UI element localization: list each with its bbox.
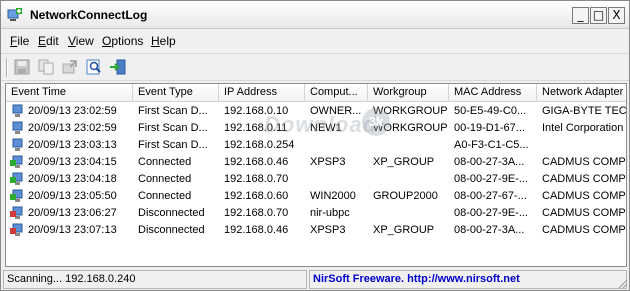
cell-network-adapter: CADMUS COMPUT xyxy=(542,173,626,185)
cell-mac-address: 08-00-27-3A... xyxy=(454,156,525,168)
title-bar[interactable]: NetworkConnectLog _ □ X xyxy=(1,1,629,29)
menu-options[interactable]: Options xyxy=(102,34,143,48)
toolbar xyxy=(1,53,629,81)
cell-network-adapter: CADMUS COMPUT xyxy=(542,190,626,202)
watermark-badge: 3k xyxy=(362,108,390,136)
cell-mac-address: 08-00-27-67-... xyxy=(454,190,527,202)
cell-workgroup: XP_GROUP xyxy=(373,224,435,236)
cell-event-type: First Scan D... xyxy=(138,139,208,151)
nirsoft-link[interactable]: NirSoft Freeware. http://www.nirsoft.net xyxy=(309,270,627,289)
cell-event-type: Connected xyxy=(138,173,192,185)
copy-icon[interactable] xyxy=(37,58,55,76)
cell-event-time: 20/09/13 23:06:27 xyxy=(28,207,117,219)
exit-icon[interactable] xyxy=(109,58,127,76)
cell-network-adapter: CADMUS COMPUT xyxy=(542,156,626,168)
cell-network-adapter: CADMUS COMPUT xyxy=(542,207,626,219)
cell-computer: XPSP3 xyxy=(310,156,346,168)
app-window: NetworkConnectLog _ □ X File Edit View O… xyxy=(0,0,630,291)
close-button[interactable]: X xyxy=(608,7,625,24)
toolbar-grip xyxy=(6,58,8,77)
column-header-ip-address[interactable]: IP Address xyxy=(219,84,305,102)
cell-computer: XPSP3 xyxy=(310,224,346,236)
cell-event-type: Disconnected xyxy=(138,207,205,219)
column-header-event-time[interactable]: Event Time xyxy=(6,84,133,102)
export-icon[interactable] xyxy=(61,58,79,76)
cell-workgroup xyxy=(368,205,449,222)
cell-mac-address: 08-00-27-9E-... xyxy=(454,207,528,219)
column-header-mac-address[interactable]: MAC Address xyxy=(449,84,537,102)
menu-bar: File Edit View Options Help xyxy=(1,31,629,51)
column-header-computer[interactable]: Comput... xyxy=(305,84,368,102)
column-header-workgroup[interactable]: Workgroup xyxy=(368,84,449,102)
cell-computer: nir-ubpc xyxy=(310,207,350,219)
cell-computer xyxy=(305,137,368,154)
cell-computer: WIN2000 xyxy=(310,190,356,202)
menu-file[interactable]: File xyxy=(10,34,29,48)
cell-ip-address: 192.168.0.46 xyxy=(224,224,289,236)
cell-workgroup: GROUP2000 xyxy=(373,190,438,202)
cell-network-adapter: Intel Corporation xyxy=(542,122,624,134)
network-log-app-icon xyxy=(7,8,22,21)
maximize-button[interactable]: □ xyxy=(590,7,607,24)
table-row[interactable]: 20/09/13 23:04:15 Connected 192.168.0.46 XP… xyxy=(6,154,626,171)
resize-grip-icon[interactable] xyxy=(616,277,628,289)
table-row[interactable]: 20/09/13 23:05:50 Connected 192.168.0.60 WI… xyxy=(6,188,626,205)
cell-event-type: Disconnected xyxy=(138,224,205,236)
cell-event-time: 20/09/13 23:04:15 xyxy=(28,156,117,168)
cell-computer xyxy=(305,171,368,188)
minimize-button[interactable]: _ xyxy=(572,7,589,24)
cell-event-time: 20/09/13 23:04:18 xyxy=(28,173,117,185)
column-header-network-adapter[interactable]: Network Adapter xyxy=(537,84,626,102)
cell-ip-address: 192.168.0.60 xyxy=(224,190,289,202)
cell-mac-address: 08-00-27-9E-... xyxy=(454,173,528,185)
cell-event-time: 20/09/13 23:03:13 xyxy=(28,139,117,151)
save-icon[interactable] xyxy=(13,58,31,76)
cell-workgroup xyxy=(368,171,449,188)
cell-event-time: 20/09/13 23:07:13 xyxy=(28,224,117,236)
cell-event-time: 20/09/13 23:02:59 xyxy=(28,122,117,134)
menu-help[interactable]: Help xyxy=(151,34,176,48)
cell-network-adapter xyxy=(537,137,626,154)
window-title: NetworkConnectLog xyxy=(30,8,148,22)
table-row[interactable]: 20/09/13 23:04:18 Connected 192.168.0.70 08… xyxy=(6,171,626,188)
cell-mac-address: 00-19-D1-67... xyxy=(454,122,525,134)
cell-event-type: First Scan D... xyxy=(138,105,208,117)
cell-ip-address: 192.168.0.254 xyxy=(224,139,295,151)
cell-mac-address: 50-E5-49-C0... xyxy=(454,105,527,117)
list-header: Event Time Event Type IP Address Comput.… xyxy=(6,84,626,102)
cell-event-type: Connected xyxy=(138,156,192,168)
cell-event-type: Connected xyxy=(138,190,192,202)
cell-event-type: First Scan D... xyxy=(138,122,208,134)
table-row[interactable]: 20/09/13 23:06:27 Disconnected 192.168.0.7… xyxy=(6,205,626,222)
cell-event-time: 20/09/13 23:02:59 xyxy=(28,105,117,117)
cell-event-time: 20/09/13 23:05:50 xyxy=(28,190,117,202)
cell-network-adapter: CADMUS COMPUT xyxy=(542,224,626,236)
cell-mac-address: A0-F3-C1-C5... xyxy=(454,139,529,151)
status-bar: Scanning... 192.168.0.240 NirSoft Freewa… xyxy=(1,269,629,290)
table-row[interactable]: 20/09/13 23:07:13 Disconnected 192.168.0.4… xyxy=(6,222,626,239)
event-list[interactable]: Event Time Event Type IP Address Comput.… xyxy=(5,83,627,267)
cell-workgroup: XP_GROUP xyxy=(373,156,435,168)
menu-edit[interactable]: Edit xyxy=(38,34,59,48)
find-icon[interactable] xyxy=(85,58,103,76)
cell-ip-address: 192.168.0.70 xyxy=(224,207,289,219)
cell-ip-address: 192.168.0.70 xyxy=(224,173,289,185)
cell-mac-address: 08-00-27-3A... xyxy=(454,224,525,236)
status-scanning: Scanning... 192.168.0.240 xyxy=(3,270,307,289)
cell-ip-address: 192.168.0.46 xyxy=(224,156,289,168)
menu-view[interactable]: View xyxy=(68,34,94,48)
table-row[interactable]: 20/09/13 23:03:13 First Scan D... 192.168.… xyxy=(6,137,626,154)
watermark-text: Download xyxy=(264,112,378,137)
cell-network-adapter: GIGA-BYTE TECHN xyxy=(542,105,627,117)
column-header-event-type[interactable]: Event Type xyxy=(133,84,219,102)
cell-workgroup xyxy=(368,137,449,154)
